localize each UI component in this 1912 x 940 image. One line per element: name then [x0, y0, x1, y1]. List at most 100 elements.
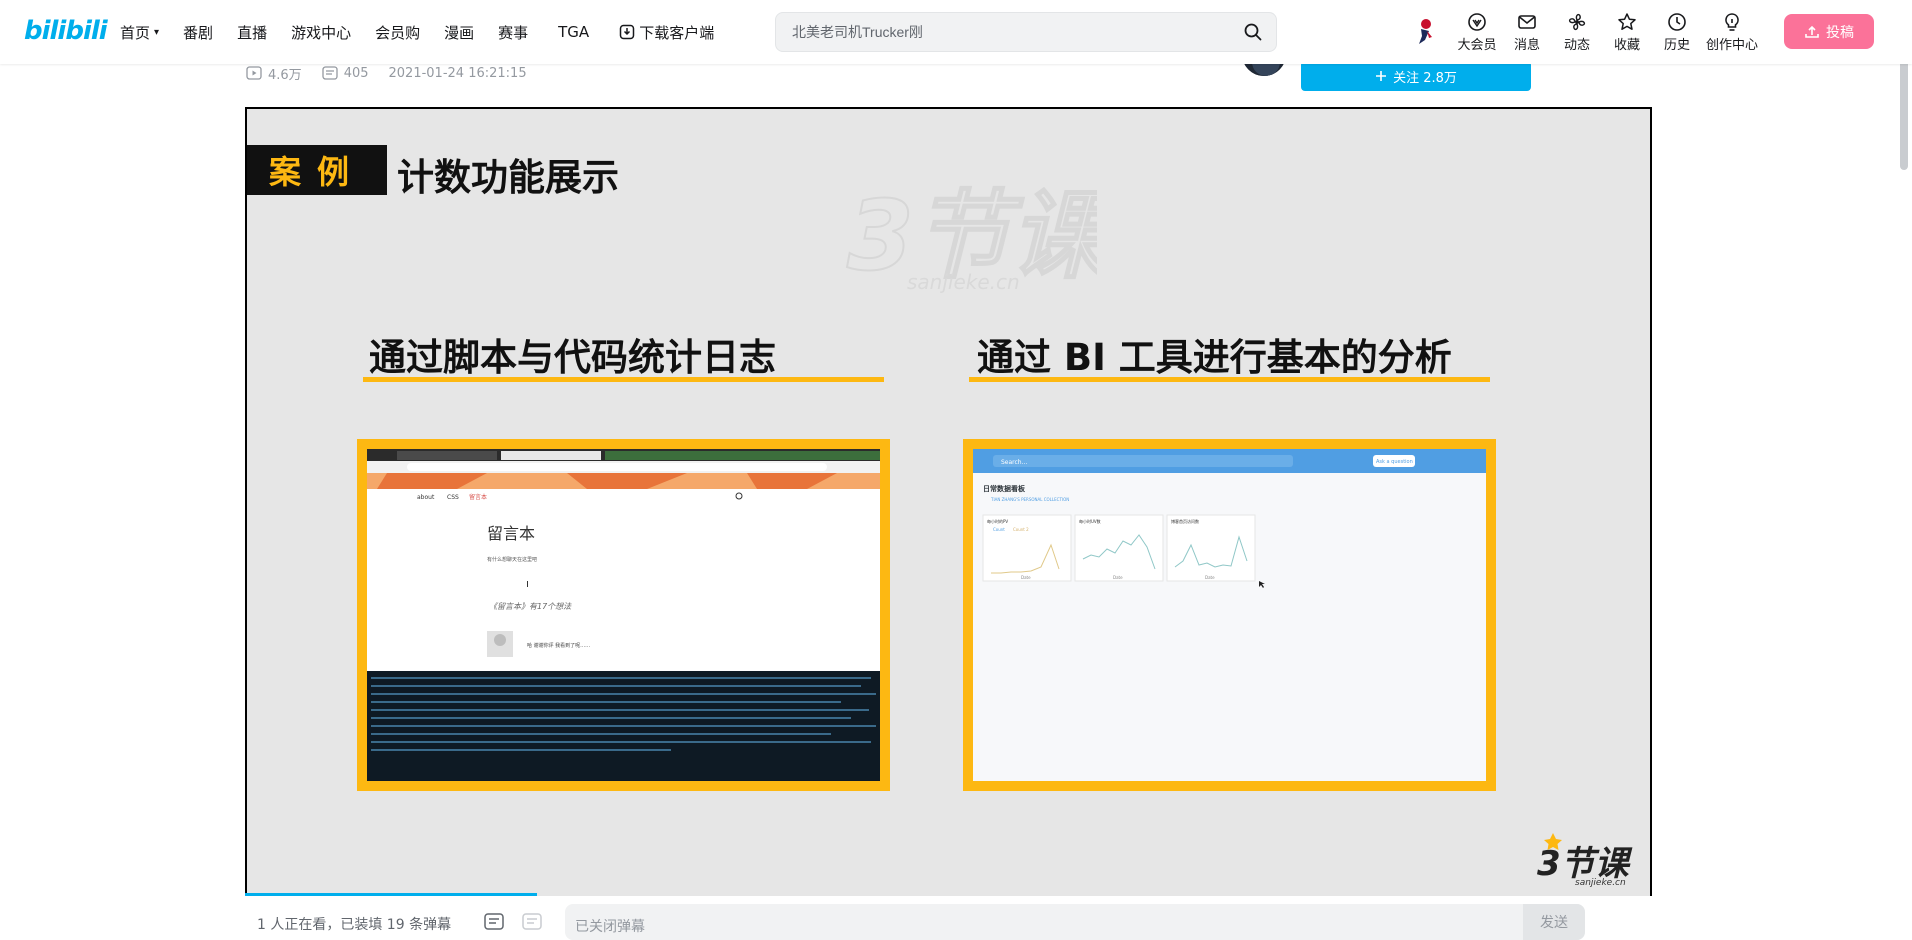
nav-esports[interactable]: 赛事 — [486, 22, 540, 43]
user-avatar[interactable] — [1410, 17, 1440, 47]
bi-legend-count2: Count 2 — [1013, 527, 1029, 532]
nav-download-label: 下载客户端 — [639, 23, 715, 42]
send-button[interactable]: 发送 — [1523, 904, 1585, 940]
messages-button[interactable]: 消息 — [1502, 12, 1552, 53]
danmaku-settings-icon[interactable] — [521, 910, 543, 932]
mail-icon — [1518, 14, 1536, 29]
sanjieke-corner-logo: 3节课 sanjieke.cn — [1533, 831, 1633, 891]
star-icon — [1618, 12, 1636, 30]
follow-label: 关注 2.8万 — [1393, 70, 1457, 86]
upload-icon — [1805, 25, 1819, 38]
chevron-down-icon: ▾ — [154, 26, 160, 38]
bi-chart-title-2: 每小时UV数 — [1079, 518, 1101, 524]
clock-icon — [1668, 12, 1686, 31]
publish-date: 2021-01-24 16:21:15 — [388, 65, 527, 81]
creator-center-label: 创作中心 — [1705, 37, 1758, 53]
header-right-icons: 大会员 消息 动态 收藏 历史 创作中心 — [1410, 0, 1762, 64]
nav-anime-label: 番剧 — [183, 23, 214, 42]
vip-icon — [1468, 12, 1486, 31]
case-badge-text: 案例 — [268, 153, 365, 191]
blog-nav-about: about — [417, 494, 435, 501]
nav-home-label: 首页 — [120, 23, 151, 42]
sanjieke-logo: 3节课 sanjieke.cn — [1537, 833, 1633, 888]
avatar-figure-icon — [1419, 19, 1432, 44]
blog-nav-guestbook: 留言本 — [469, 493, 487, 501]
nav-game-center[interactable]: 游戏中心 — [279, 22, 363, 43]
search-box — [775, 12, 1277, 52]
bilibili-logo[interactable]: bilibili — [24, 16, 108, 46]
nav-live-label: 直播 — [237, 23, 268, 42]
bi-chart-title-1: 每小时的PV — [987, 518, 1008, 524]
heading-right: 通过 BI 工具进行基本的分析 — [977, 336, 1452, 379]
favorites-button[interactable]: 收藏 — [1602, 12, 1652, 53]
bi-dashboard-title: 日常数据看板 — [983, 484, 1026, 493]
danmaku-input[interactable]: 已关闭弹幕 发送 — [565, 904, 1585, 940]
view-count: 4.6万 — [246, 64, 302, 83]
view-count-value: 4.6万 — [268, 67, 302, 83]
upload-button[interactable]: 投稿 — [1784, 14, 1874, 49]
heading-left: 通过脚本与代码统计日志 — [369, 336, 776, 379]
bi-chart-title-3: 博客首页访问数 — [1171, 518, 1199, 524]
dynamics-button[interactable]: 动态 — [1552, 12, 1602, 53]
nav-tga-label: TGA — [558, 23, 590, 41]
bi-collection: TIAN ZHANG'S PERSONAL COLLECTION — [990, 497, 1069, 502]
nav-esports-label: 赛事 — [498, 23, 529, 42]
nav-game-center-label: 游戏中心 — [291, 23, 352, 42]
blog-screenshot: about CSS 留言本 留言本 有什么想聊天在这里吧 《留言本》有17个想法… — [357, 439, 890, 791]
play-count-icon — [246, 66, 262, 80]
bi-dashboard-inner: Search… Ask a question 日常数据看板 TIAN ZHANG… — [973, 449, 1486, 781]
search-icon[interactable] — [1244, 23, 1262, 41]
follow-button[interactable]: 关注 2.8万 — [1301, 61, 1531, 91]
center-watermark: 3节课 sanjieke.cn — [837, 174, 1118, 294]
blog-subtitle: 有什么想聊天在这里吧 — [487, 556, 537, 563]
danmaku-input-placeholder: 已关闭弹幕 — [575, 919, 645, 935]
watermark-logo: 3节课 sanjieke.cn — [846, 179, 1118, 294]
creator-center-button[interactable]: 创作中心 — [1702, 12, 1762, 53]
bi-axis-label-3: Date — [1205, 575, 1215, 580]
search-input[interactable] — [792, 13, 1222, 51]
danmaku-toggles — [483, 910, 543, 932]
nav-mall[interactable]: 会员购 — [363, 22, 432, 43]
vip-button[interactable]: 大会员 — [1452, 12, 1502, 53]
bi-dashboard-screenshot: Search… Ask a question 日常数据看板 TIAN ZHANG… — [963, 439, 1496, 791]
viewers-count: 1 人正在看，已装填 19 条弹幕 — [257, 917, 452, 933]
nav-manga[interactable]: 漫画 — [432, 22, 486, 43]
bi-search-placeholder: Search… — [1001, 459, 1028, 466]
slide-title: 计数功能展示 — [397, 156, 619, 199]
history-button[interactable]: 历史 — [1652, 12, 1702, 53]
blog-nav-css: CSS — [447, 494, 459, 501]
plus-icon — [1376, 71, 1387, 81]
bi-axis-label-1: Date — [1021, 575, 1031, 580]
nav-manga-label: 漫画 — [444, 23, 475, 42]
download-icon — [619, 24, 635, 40]
nav-live[interactable]: 直播 — [225, 22, 279, 43]
video-player[interactable]: 案例 计数功能展示 3节课 sanjieke.cn 通过脚本与代码统计日志 通过… — [245, 107, 1652, 896]
heading-right-underline — [969, 377, 1490, 382]
fan-icon — [1568, 13, 1586, 30]
video-info: 4.6万 405 2021-01-24 16:21:15 — [246, 64, 527, 83]
top-header: bilibili 首页 ▾ 番剧 直播 游戏中心 会员购 漫画 赛事 TGA 下载… — [0, 0, 1912, 64]
nav-mall-label: 会员购 — [375, 23, 421, 42]
nav-home[interactable]: 首页 ▾ — [108, 22, 171, 43]
nav-tga[interactable]: TGA — [540, 23, 607, 41]
watermark-subtext: sanjieke.cn — [907, 270, 1020, 294]
danmaku-count: 405 — [322, 66, 369, 81]
case-badge: 案例 — [247, 145, 387, 195]
heading-left-underline — [363, 377, 884, 382]
corner-logo-subtext: sanjieke.cn — [1575, 878, 1626, 887]
send-label: 发送 — [1540, 915, 1568, 931]
bi-ask-button: Ask a question — [1376, 459, 1413, 465]
favorites-label: 收藏 — [1613, 37, 1640, 53]
danmaku-count-value: 405 — [343, 65, 369, 81]
bulb-icon — [1725, 12, 1739, 31]
bi-legend-count: Count — [993, 527, 1005, 532]
nav-anime[interactable]: 番剧 — [171, 22, 225, 43]
bi-dashboard-image: Search… Ask a question 日常数据看板 TIAN ZHANG… — [973, 449, 1486, 588]
nav-download-client[interactable]: 下载客户端 — [607, 22, 726, 43]
danmaku-toggle-icon[interactable] — [483, 910, 505, 932]
blog-count-line: 《留言本》有17个想法 — [489, 602, 572, 611]
vip-label: 大会员 — [1457, 37, 1497, 53]
upload-label: 投稿 — [1826, 24, 1854, 41]
danmaku-bar: 1 人正在看，已装填 19 条弹幕 已关闭弹幕 发送 — [245, 896, 1652, 940]
blog-screenshot-image: about CSS 留言本 留言本 有什么想聊天在这里吧 《留言本》有17个想法… — [367, 449, 880, 781]
